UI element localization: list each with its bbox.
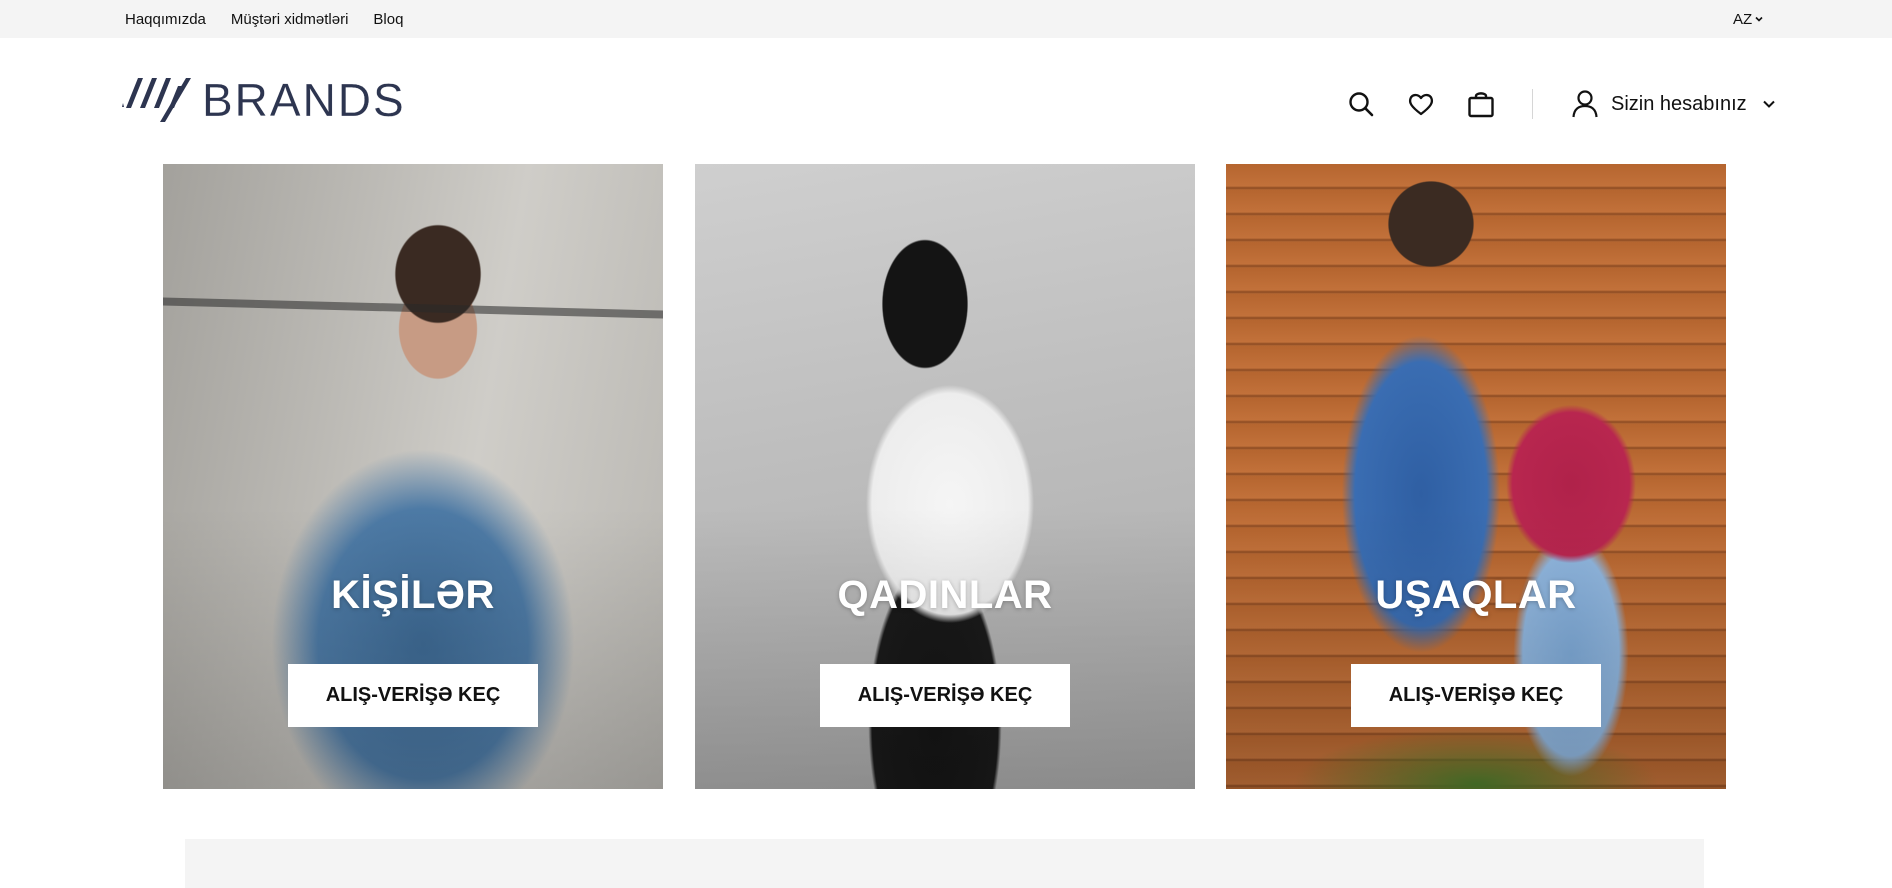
chevron-down-icon: [1755, 16, 1763, 22]
chevron-down-icon: [1762, 100, 1775, 108]
top-utility-bar: Haqqımızda Müştəri xidmətləri Bloq AZ: [0, 0, 1892, 38]
category-title-kids: UŞAQLAR: [1375, 573, 1577, 617]
wishlist-button[interactable]: [1406, 89, 1436, 119]
header-divider: [1532, 89, 1533, 119]
about-link[interactable]: Haqqımızda: [125, 11, 206, 28]
shop-kids-button[interactable]: ALIŞ-VERİŞƏ KEÇ: [1351, 664, 1601, 727]
brand-logo[interactable]: BRANDS: [120, 74, 406, 126]
header-actions: Sizin hesabınız: [1346, 84, 1777, 124]
category-card-men[interactable]: KİŞİLƏR ALIŞ-VERİŞƏ KEÇ: [163, 164, 663, 789]
site-header: BRANDS Sizin hesabınız: [0, 38, 1892, 164]
category-card-women[interactable]: QADINLAR ALIŞ-VERİŞƏ KEÇ: [695, 164, 1195, 789]
customer-service-link[interactable]: Müştəri xidmətləri: [231, 11, 349, 28]
shop-men-button[interactable]: ALIŞ-VERİŞƏ KEÇ: [288, 664, 538, 727]
category-title-men: KİŞİLƏR: [331, 573, 495, 617]
account-chevron: [1761, 96, 1777, 112]
language-selector[interactable]: AZ: [1733, 0, 1764, 38]
account-menu[interactable]: Sizin hesabınız: [1571, 89, 1777, 119]
category-card-kids[interactable]: UŞAQLAR ALIŞ-VERİŞƏ KEÇ: [1226, 164, 1726, 789]
shopping-bag-icon: [1468, 92, 1494, 118]
user-icon: [1572, 90, 1598, 118]
logo-wordmark: BRANDS: [202, 74, 406, 126]
heart-icon: [1408, 93, 1434, 116]
account-label: Sizin hesabınız: [1611, 92, 1747, 115]
search-icon: [1349, 92, 1374, 117]
cart-button[interactable]: [1466, 89, 1496, 119]
search-button[interactable]: [1346, 89, 1376, 119]
logo-mark-icon: [122, 78, 191, 122]
top-links: Haqqımızda Müştəri xidmətləri Bloq: [125, 0, 403, 38]
language-label: AZ: [1733, 10, 1753, 28]
category-title-women: QADINLAR: [837, 573, 1053, 617]
next-section-panel: [185, 839, 1704, 888]
blog-link[interactable]: Bloq: [373, 11, 403, 28]
shop-women-button[interactable]: ALIŞ-VERİŞƏ KEÇ: [820, 664, 1070, 727]
